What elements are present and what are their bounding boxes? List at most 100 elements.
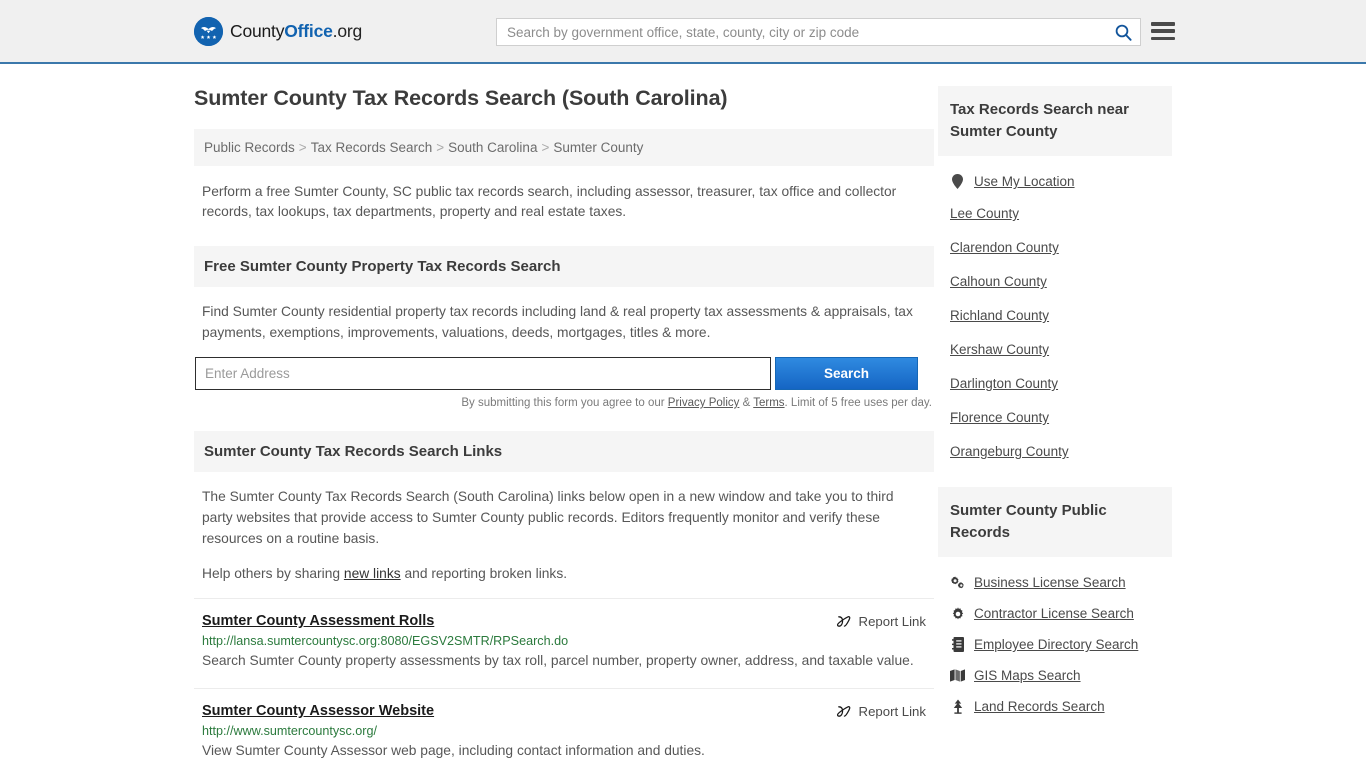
link-result-title[interactable]: Sumter County Assessor Website xyxy=(202,703,434,719)
search-input[interactable] xyxy=(497,19,1106,45)
site-logo[interactable]: CountyOffice.org xyxy=(194,16,362,46)
link-result-description: View Sumter County Assessor web page, in… xyxy=(202,743,705,758)
sidebar-row: Land Records Search xyxy=(950,699,1160,714)
disclaimer-suffix: . Limit of 5 free uses per day. xyxy=(784,397,932,409)
address-book-icon xyxy=(950,637,965,652)
breadcrumb-item-south-carolina[interactable]: South Carolina xyxy=(448,140,537,155)
link-result-header: Sumter County Assessor Website Report Li… xyxy=(202,703,926,719)
link-result-header: Sumter County Assessment Rolls Report Li… xyxy=(202,613,926,629)
sidebar-link[interactable]: Land Records Search xyxy=(974,699,1105,714)
links-section-heading: Sumter County Tax Records Search Links xyxy=(194,431,934,472)
site-header: CountyOffice.org xyxy=(0,0,1366,64)
hamburger-bar xyxy=(1151,29,1175,33)
link-result-url: http://lansa.sumtercountysc.org:8080/EGS… xyxy=(202,634,569,648)
sidebar-row: GIS Maps Search xyxy=(950,668,1160,683)
map-pin-icon xyxy=(950,174,965,189)
address-input[interactable] xyxy=(195,357,771,390)
sidebar-row: Employee Directory Search xyxy=(950,637,1160,652)
page-description: Perform a free Sumter County, SC public … xyxy=(202,184,897,219)
sidebar-item-richland-county[interactable]: Richland County xyxy=(938,299,1172,333)
gear-icon xyxy=(950,606,965,621)
sidebar-item-use-my-location[interactable]: Use My Location xyxy=(938,166,1172,197)
sidebar-link[interactable]: Clarendon County xyxy=(950,240,1059,255)
map-icon xyxy=(950,669,965,682)
breadcrumb-item-tax-records-search[interactable]: Tax Records Search xyxy=(311,140,433,155)
report-link-button[interactable]: Report Link xyxy=(836,613,926,629)
sidebar-nearby-list: Use My Location Lee County Clarendon Cou… xyxy=(938,156,1172,469)
site-logo-text: CountyOffice.org xyxy=(230,21,362,42)
breadcrumb-separator: > xyxy=(541,140,550,155)
sidebar-row: Business License Search xyxy=(950,575,1160,590)
page-container: Sumter County Tax Records Search (South … xyxy=(0,64,1366,768)
search-icon[interactable] xyxy=(1106,19,1140,45)
breadcrumb: Public Records > Tax Records Search > South … xyxy=(194,129,934,166)
sidebar: Tax Records Search near Sumter County Us… xyxy=(938,64,1172,722)
sidebar-link[interactable]: Calhoun County xyxy=(950,274,1047,289)
landmark-tree-icon xyxy=(950,699,965,714)
property-search-heading: Free Sumter County Property Tax Records … xyxy=(194,246,934,287)
sidebar-item-darlington-county[interactable]: Darlington County xyxy=(938,367,1172,401)
new-links-link[interactable]: new links xyxy=(344,566,401,581)
breadcrumb-item-sumter-county[interactable]: Sumter County xyxy=(553,140,643,155)
sidebar-item-lee-county[interactable]: Lee County xyxy=(938,197,1172,231)
sidebar-item-business-license-search[interactable]: Business License Search xyxy=(938,567,1172,598)
sidebar-link[interactable]: Business License Search xyxy=(974,575,1126,590)
link-result-item: Sumter County Assessment Rolls Report Li… xyxy=(194,598,934,688)
help-prefix: Help others by sharing xyxy=(202,566,344,581)
global-search-bar xyxy=(496,18,1141,46)
sidebar-row: Contractor License Search xyxy=(950,606,1160,621)
form-disclaimer: By submitting this form you agree to our… xyxy=(194,397,934,409)
use-my-location-label[interactable]: Use My Location xyxy=(974,174,1075,189)
sidebar-item-calhoun-county[interactable]: Calhoun County xyxy=(938,265,1172,299)
sidebar-link[interactable]: Darlington County xyxy=(950,376,1058,391)
sidebar-link[interactable]: Richland County xyxy=(950,308,1049,323)
eagle-stars-seal-icon xyxy=(194,16,223,46)
sidebar-link[interactable]: Florence County xyxy=(950,410,1049,425)
sidebar-link[interactable]: Orangeburg County xyxy=(950,444,1069,459)
cogs-icon xyxy=(950,576,965,590)
sidebar-item-employee-directory-search[interactable]: Employee Directory Search xyxy=(938,629,1172,660)
terms-link[interactable]: Terms xyxy=(753,397,784,409)
breadcrumb-separator: > xyxy=(298,140,307,155)
logo-text-county: County xyxy=(230,20,285,41)
page-title: Sumter County Tax Records Search (South … xyxy=(194,86,728,110)
disclaimer-amp: & xyxy=(739,397,754,409)
hamburger-menu-icon[interactable] xyxy=(1151,20,1175,42)
sidebar-nearby-heading: Tax Records Search near Sumter County xyxy=(938,86,1172,156)
hamburger-bar xyxy=(1151,22,1175,26)
privacy-policy-link[interactable]: Privacy Policy xyxy=(668,397,740,409)
sidebar-item-florence-county[interactable]: Florence County xyxy=(938,401,1172,435)
sidebar-public-records-heading: Sumter County Public Records xyxy=(938,487,1172,557)
disclaimer-prefix: By submitting this form you agree to our xyxy=(461,397,668,409)
report-link-label: Report Link xyxy=(858,614,926,629)
breadcrumb-separator: > xyxy=(436,140,445,155)
links-section-intro: The Sumter County Tax Records Search (So… xyxy=(194,472,934,584)
hamburger-bar xyxy=(1151,36,1175,40)
report-link-button[interactable]: Report Link xyxy=(836,703,926,719)
sidebar-item-clarendon-county[interactable]: Clarendon County xyxy=(938,231,1172,265)
breadcrumb-item-public-records[interactable]: Public Records xyxy=(204,140,295,155)
address-search-button[interactable]: Search xyxy=(775,357,918,390)
links-help-paragraph: Help others by sharing new links and rep… xyxy=(202,563,926,584)
sidebar-link[interactable]: GIS Maps Search xyxy=(974,668,1081,683)
report-link-label: Report Link xyxy=(858,704,926,719)
sidebar-item-gis-maps-search[interactable]: GIS Maps Search xyxy=(938,660,1172,691)
link-result-url: http://www.sumtercountysc.org/ xyxy=(202,724,377,738)
sidebar-link[interactable]: Kershaw County xyxy=(950,342,1049,357)
main-column: Sumter County Tax Records Search (South … xyxy=(194,64,934,768)
sidebar-item-orangeburg-county[interactable]: Orangeburg County xyxy=(938,435,1172,469)
link-result-title[interactable]: Sumter County Assessment Rolls xyxy=(202,613,434,629)
sidebar-item-land-records-search[interactable]: Land Records Search xyxy=(938,691,1172,722)
sidebar-link[interactable]: Employee Directory Search xyxy=(974,637,1138,652)
use-my-location-row: Use My Location xyxy=(950,174,1160,189)
sidebar-item-kershaw-county[interactable]: Kershaw County xyxy=(938,333,1172,367)
sidebar-link[interactable]: Lee County xyxy=(950,206,1019,221)
link-result-item: Sumter County Assessor Website Report Li… xyxy=(194,688,934,768)
link-result-description: Search Sumter County property assessment… xyxy=(202,653,914,668)
logo-text-org: .org xyxy=(332,20,363,41)
sidebar-item-contractor-license-search[interactable]: Contractor License Search xyxy=(938,598,1172,629)
address-search-form: Search xyxy=(194,357,934,390)
property-search-description: Find Sumter County residential property … xyxy=(202,304,913,340)
sidebar-link[interactable]: Contractor License Search xyxy=(974,606,1134,621)
broken-link-icon xyxy=(836,614,851,629)
